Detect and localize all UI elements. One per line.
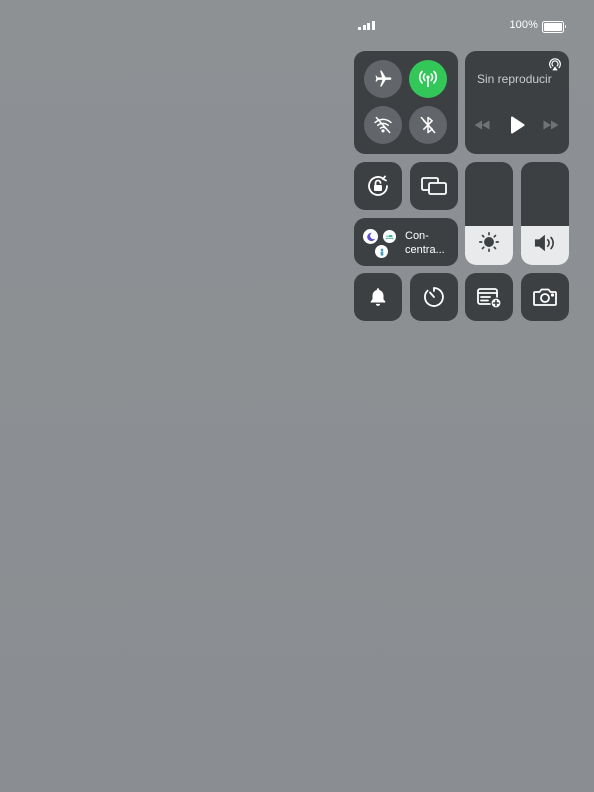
- person-icon: [375, 245, 388, 258]
- cellular-data-toggle[interactable]: [409, 60, 447, 98]
- sun-icon: [479, 232, 499, 252]
- timer-button[interactable]: [410, 273, 458, 321]
- timer-icon: [424, 287, 444, 307]
- rewind-icon: [474, 120, 490, 130]
- orientation-lock-button[interactable]: [354, 162, 402, 210]
- play-icon: [511, 116, 525, 134]
- signal-strength-icon: [358, 20, 375, 30]
- airplay-audio-icon: [549, 58, 561, 71]
- wifi-toggle[interactable]: [364, 106, 402, 144]
- silent-mode-button[interactable]: [354, 273, 402, 321]
- quick-note-button[interactable]: [465, 273, 513, 321]
- bed-icon: [383, 230, 396, 243]
- brightness-slider[interactable]: [465, 162, 513, 265]
- bluetooth-off-icon: [420, 116, 436, 134]
- bell-icon: [370, 288, 386, 306]
- focus-label: Con- centra...: [405, 230, 445, 256]
- status-bar: 100%: [356, 17, 566, 33]
- camera-icon: [533, 288, 557, 306]
- bluetooth-toggle[interactable]: [409, 106, 447, 144]
- battery-percentage: 100%: [509, 19, 538, 31]
- camera-button[interactable]: [521, 273, 569, 321]
- fast-forward-icon: [543, 120, 559, 130]
- airplane-icon: [375, 70, 392, 87]
- wifi-off-icon: [374, 116, 392, 134]
- play-button[interactable]: [507, 114, 527, 136]
- airplay-button[interactable]: [547, 57, 563, 78]
- battery-icon: [542, 21, 566, 33]
- airplane-mode-toggle[interactable]: [364, 60, 402, 98]
- focus-button[interactable]: Con- centra...: [354, 218, 458, 266]
- moon-icon: [363, 229, 378, 244]
- orientation-lock-icon: [368, 175, 388, 196]
- now-playing-title: Sin reproducir: [477, 72, 552, 86]
- speaker-icon: [534, 234, 554, 252]
- cellular-antenna-icon: [418, 70, 438, 88]
- now-playing-tile[interactable]: Sin reproducir: [465, 51, 569, 154]
- screen-mirroring-icon: [421, 177, 447, 195]
- volume-slider[interactable]: [521, 162, 569, 265]
- connectivity-tile: [354, 51, 458, 154]
- quick-note-icon: [477, 288, 502, 309]
- rewind-button[interactable]: [472, 117, 492, 133]
- screen-mirroring-button[interactable]: [410, 162, 458, 210]
- fast-forward-button[interactable]: [541, 117, 561, 133]
